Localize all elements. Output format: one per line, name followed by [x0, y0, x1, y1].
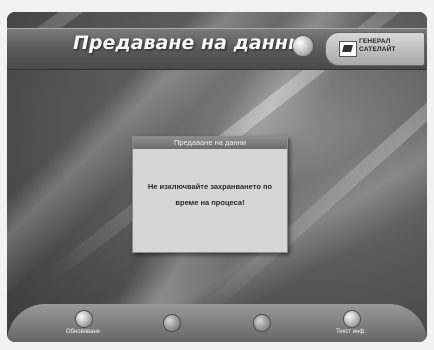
green-key-icon[interactable]	[163, 314, 181, 332]
brand-line-1: ГЕНЕРАЛ	[359, 38, 391, 45]
screen-title: Предаване на данни	[73, 32, 302, 54]
brand-mark-icon	[339, 41, 357, 57]
function-key-label: Обновяване	[65, 329, 101, 335]
transfer-dialog: Предаване на данни Не изключвайте захран…	[132, 136, 288, 253]
function-key-label: Текст инф.	[335, 329, 367, 335]
yellow-key-icon[interactable]	[253, 314, 271, 332]
tv-screen: Предаване на данни ГЕНЕРАЛ САТЕЛАЙТ Пред…	[7, 12, 427, 342]
dialog-titlebar: Предаване на данни	[133, 137, 287, 149]
dialog-title: Предаване на данни	[173, 138, 246, 147]
red-key-icon[interactable]	[75, 310, 93, 328]
function-key-bar	[7, 304, 427, 342]
blue-key-icon[interactable]	[343, 310, 361, 328]
dialog-message: Не изключвайте захранването по време на …	[147, 182, 273, 207]
brand-name: ГЕНЕРАЛ САТЕЛАЙТ	[359, 38, 419, 54]
brand-line-2: САТЕЛАЙТ	[359, 46, 396, 53]
globe-icon	[292, 35, 314, 57]
